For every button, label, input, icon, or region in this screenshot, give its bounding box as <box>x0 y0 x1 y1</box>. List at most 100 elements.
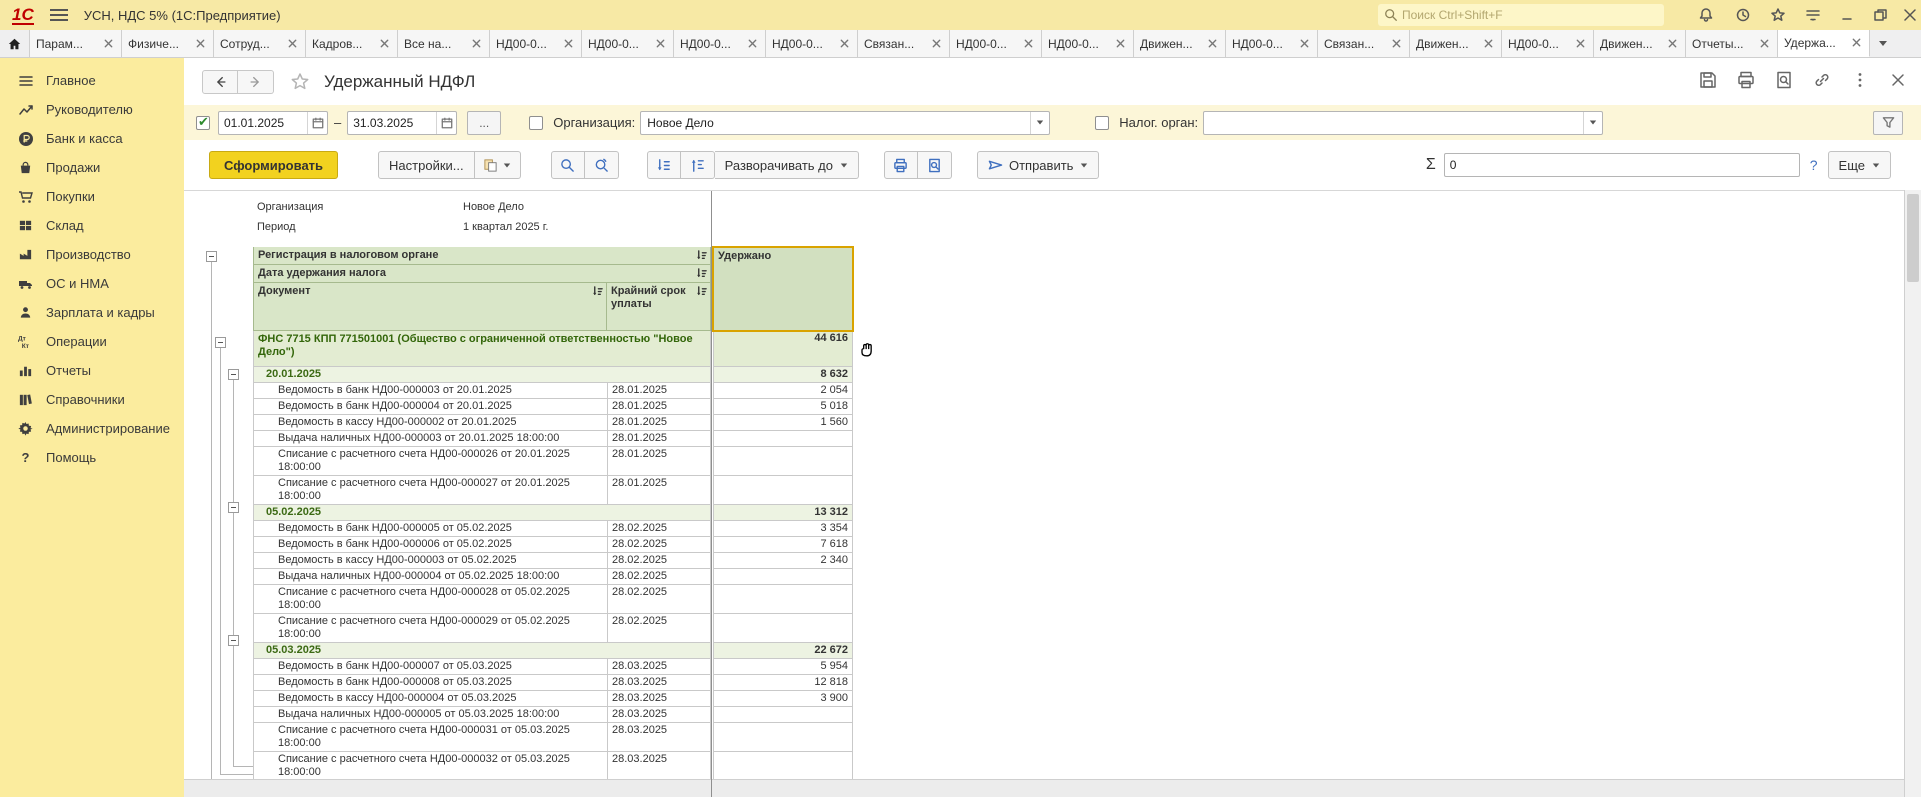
tab-close-icon[interactable] <box>563 38 575 50</box>
sort-icon[interactable] <box>592 286 604 298</box>
tab-close-icon[interactable] <box>1391 38 1403 50</box>
table-row[interactable]: Списание с расчетного счета НД00-000026 … <box>253 447 1717 476</box>
tab-close-icon[interactable] <box>195 38 207 50</box>
tab-close-icon[interactable] <box>1299 38 1311 50</box>
table-row[interactable]: Ведомость в кассу НД00-000002 от 20.01.2… <box>253 415 1717 431</box>
document-tab[interactable]: НД00-0... <box>490 30 582 57</box>
chevron-down-icon[interactable] <box>1583 112 1602 134</box>
preview-icon[interactable] <box>1775 71 1793 89</box>
sidebar-item-payroll[interactable]: Зарплата и кадры <box>0 298 184 327</box>
table-row[interactable]: Ведомость в банк НД00-000006 от 05.02.20… <box>253 537 1717 553</box>
sidebar-item-reports[interactable]: Отчеты <box>0 356 184 385</box>
collapse-report-box[interactable] <box>206 251 217 262</box>
date-group-row[interactable]: 20.01.2025 8 632 <box>253 367 1717 383</box>
table-row[interactable]: Ведомость в банк НД00-000003 от 20.01.20… <box>253 383 1717 399</box>
search-input[interactable] <box>1402 8 1658 22</box>
minimize-icon[interactable] <box>1840 7 1858 23</box>
table-row[interactable]: Списание с расчетного счета НД00-000029 … <box>253 614 1717 643</box>
document-tab[interactable]: НД00-0... <box>674 30 766 57</box>
tools-menu-icon[interactable] <box>1805 7 1823 23</box>
sidebar-item-sales[interactable]: Продажи <box>0 153 184 182</box>
table-row[interactable]: Выдача наличных НД00-000003 от 20.01.202… <box>253 431 1717 447</box>
link-icon[interactable] <box>1813 71 1831 89</box>
document-tab[interactable]: Движен... <box>1594 30 1686 57</box>
date-group-row[interactable]: 05.03.2025 22 672 <box>253 643 1717 659</box>
calendar-icon[interactable] <box>436 112 456 134</box>
save-icon[interactable] <box>1699 71 1717 89</box>
tab-close-icon[interactable] <box>1759 38 1771 50</box>
table-row[interactable]: Списание с расчетного счета НД00-000028 … <box>253 585 1717 614</box>
generate-button[interactable]: Сформировать <box>209 151 338 179</box>
date-group-row[interactable]: 05.02.2025 13 312 <box>253 505 1717 521</box>
history-icon[interactable] <box>1735 7 1753 23</box>
calendar-icon[interactable] <box>307 112 327 134</box>
document-tab[interactable]: НД00-0... <box>766 30 858 57</box>
document-tab[interactable]: Связан... <box>1318 30 1410 57</box>
sidebar-item-fixed-assets[interactable]: ОС и НМА <box>0 269 184 298</box>
fns-group-row[interactable]: ФНС 7715 КПП 771501001 (Общество с огран… <box>253 331 1717 367</box>
column-header-hold-date[interactable]: Дата удержания налога <box>253 265 711 283</box>
sort-icon[interactable] <box>696 268 708 280</box>
restore-window-icon[interactable] <box>1872 7 1890 23</box>
tab-close-icon[interactable] <box>1023 38 1035 50</box>
print-icon[interactable] <box>1737 71 1755 89</box>
autosum-field[interactable] <box>1444 153 1800 177</box>
expand-groups-icon[interactable] <box>681 151 715 179</box>
document-tab[interactable]: Отчеты... <box>1686 30 1778 57</box>
table-row[interactable]: Списание с расчетного счета НД00-000027 … <box>253 476 1717 505</box>
sidebar-item-purchases[interactable]: Покупки <box>0 182 184 211</box>
collapse-date-group-box[interactable] <box>228 502 239 513</box>
document-tab[interactable]: Удержа... <box>1778 30 1870 57</box>
tab-close-icon[interactable] <box>839 38 851 50</box>
sidebar-item-warehouse[interactable]: Склад <box>0 211 184 240</box>
vertical-scrollbar[interactable] <box>1904 190 1921 797</box>
tab-close-icon[interactable] <box>747 38 759 50</box>
expand-to-button[interactable]: Разворачивать до <box>715 151 859 179</box>
organization-combo[interactable]: Новое Дело <box>640 111 1050 135</box>
sidebar-item-main[interactable]: Главное <box>0 66 184 95</box>
print-button-icon[interactable] <box>884 151 918 179</box>
home-tab[interactable] <box>0 30 30 57</box>
print-preview-icon[interactable] <box>918 151 952 179</box>
sort-icon[interactable] <box>696 286 708 298</box>
document-tab[interactable]: Движен... <box>1134 30 1226 57</box>
find-icon[interactable] <box>551 151 585 179</box>
column-header-document[interactable]: Документ <box>253 283 607 331</box>
more-menu-icon[interactable] <box>1851 71 1869 89</box>
table-row[interactable]: Ведомость в банк НД00-000005 от 05.02.20… <box>253 521 1717 537</box>
tab-overflow-icon[interactable] <box>1870 30 1896 57</box>
tab-close-icon[interactable] <box>1851 37 1863 49</box>
document-tab[interactable]: НД00-0... <box>582 30 674 57</box>
notifications-bell-icon[interactable] <box>1698 7 1716 23</box>
date-to-field[interactable] <box>347 111 457 135</box>
sort-icon[interactable] <box>696 250 708 262</box>
close-document-icon[interactable] <box>1889 71 1907 89</box>
document-tab[interactable]: Физиче... <box>122 30 214 57</box>
forward-button[interactable] <box>238 70 274 94</box>
pane-splitter[interactable] <box>711 191 712 797</box>
table-row[interactable]: Ведомость в банк НД00-000007 от 05.03.20… <box>253 659 1717 675</box>
tab-close-icon[interactable] <box>379 38 391 50</box>
table-row[interactable]: Ведомость в банк НД00-000004 от 20.01.20… <box>253 399 1717 415</box>
sidebar-item-manager[interactable]: Руководителю <box>0 95 184 124</box>
sidebar-item-help[interactable]: ?Помощь <box>0 443 184 472</box>
tax-authority-combo[interactable] <box>1203 111 1603 135</box>
column-header-registration[interactable]: Регистрация в налоговом органе <box>253 247 711 265</box>
document-tab[interactable]: НД00-0... <box>1502 30 1594 57</box>
document-tab[interactable]: НД00-0... <box>1042 30 1134 57</box>
period-variants-button[interactable]: ... <box>467 111 501 135</box>
close-window-icon[interactable] <box>1902 7 1920 23</box>
document-tab[interactable]: НД00-0... <box>1226 30 1318 57</box>
document-tab[interactable]: Сотруд... <box>214 30 306 57</box>
tab-close-icon[interactable] <box>103 38 115 50</box>
collapse-date-group-box[interactable] <box>228 635 239 646</box>
add-favorite-star-icon[interactable] <box>290 72 310 92</box>
collapse-groups-icon[interactable] <box>647 151 681 179</box>
sidebar-item-operations[interactable]: ДтКтОперации <box>0 327 184 356</box>
document-tab[interactable]: Движен... <box>1410 30 1502 57</box>
table-row[interactable]: Выдача наличных НД00-000004 от 05.02.202… <box>253 569 1717 585</box>
document-tab[interactable]: Связан... <box>858 30 950 57</box>
global-search[interactable] <box>1378 4 1664 26</box>
organization-checkbox[interactable] <box>529 116 543 130</box>
sidebar-item-directories[interactable]: Справочники <box>0 385 184 414</box>
